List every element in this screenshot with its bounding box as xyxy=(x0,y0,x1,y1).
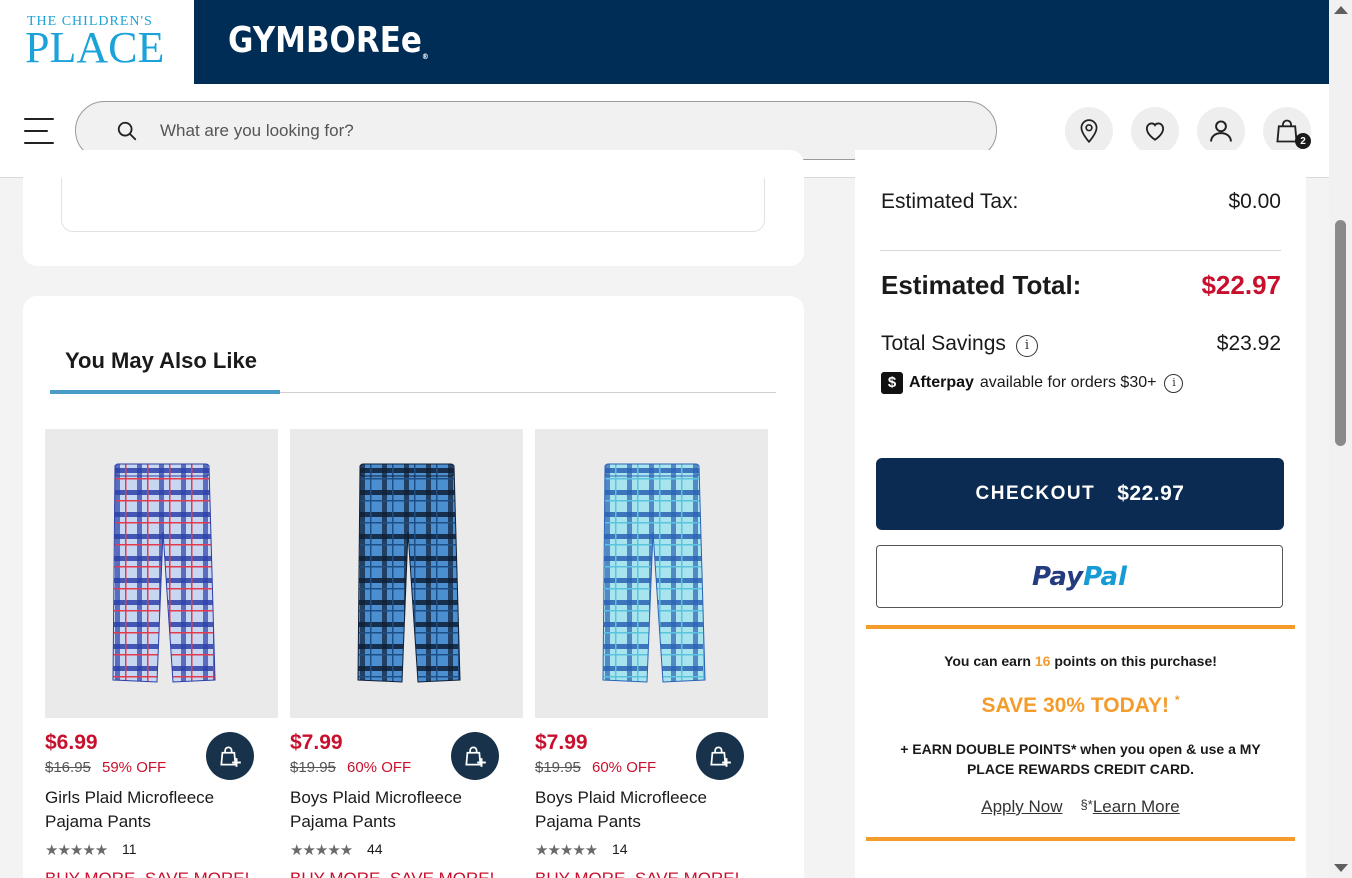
review-count[interactable]: 14 xyxy=(612,841,628,857)
estimated-tax-label: Estimated Tax: xyxy=(881,190,1019,213)
add-to-bag-button[interactable] xyxy=(451,732,499,780)
estimated-total-row: Estimated Total: $22.97 xyxy=(881,270,1281,301)
location-pin-icon xyxy=(1080,119,1098,144)
cart-count-badge: 2 xyxy=(1295,133,1311,149)
cart-button[interactable]: 2 xyxy=(1263,107,1311,155)
learn-more-link[interactable]: Learn More xyxy=(1093,797,1180,816)
review-count[interactable]: 44 xyxy=(367,841,383,857)
product-promo: BUY MORE, SAVE MORE! xyxy=(45,869,249,878)
paypal-button[interactable]: Pay Pal xyxy=(876,545,1283,608)
apply-now-link[interactable]: Apply Now xyxy=(981,797,1062,816)
product-promo: BUY MORE, SAVE MORE! xyxy=(535,869,739,878)
pajama-pants-image xyxy=(356,463,461,683)
scroll-down-arrow-icon[interactable] xyxy=(1334,864,1348,872)
product-card[interactable]: $6.99 $16.95 59% OFF Girls Plaid Microfl… xyxy=(45,429,278,878)
product-card[interactable]: $7.99 $19.95 60% OFF Boys Plaid Microfle… xyxy=(290,429,523,878)
summary-divider xyxy=(880,250,1281,251)
checkout-label: CHECKOUT xyxy=(975,483,1096,504)
save-30-mark: * xyxy=(1174,693,1180,707)
checkout-button[interactable]: CHECKOUT $22.97 xyxy=(876,458,1284,530)
estimated-tax-value: $0.00 xyxy=(1228,190,1281,213)
star-rating-icon: ★★★★★ xyxy=(535,842,598,859)
product-discount: 59% OFF xyxy=(102,759,167,776)
account-button[interactable] xyxy=(1197,107,1245,155)
afterpay-text: available for orders $30+ xyxy=(979,374,1157,391)
earn-points-value: 16 xyxy=(1034,653,1051,669)
product-card[interactable]: $7.99 $19.95 60% OFF Boys Plaid Microfle… xyxy=(535,429,768,878)
product-image[interactable] xyxy=(290,429,523,718)
product-original-price: $19.95 xyxy=(290,759,336,776)
star-rating-icon: ★★★★★ xyxy=(290,842,353,859)
gymboree-logo[interactable]: GYMBOREe® xyxy=(228,20,429,61)
pajama-pants-image xyxy=(601,463,706,683)
tcp-logo-line2: PLACE xyxy=(25,23,165,72)
product-name[interactable]: Boys Plaid Microfleece Pajama Pants xyxy=(290,786,490,834)
gymboree-registered-mark: ® xyxy=(421,52,429,61)
search-icon[interactable] xyxy=(116,120,138,142)
estimated-total-label: Estimated Total: xyxy=(881,270,1082,300)
active-tab-indicator xyxy=(50,390,280,394)
order-summary: Estimated Tax: $0.00 Estimated Total: $2… xyxy=(855,150,1306,878)
add-to-bag-icon xyxy=(465,746,486,767)
product-original-price: $16.95 xyxy=(45,759,91,776)
checkout-amount: $22.97 xyxy=(1117,482,1185,505)
save-30-text: SAVE 30% TODAY! xyxy=(981,694,1169,717)
brand-bar: THE CHILDREN'S PLACE GYMBOREe® xyxy=(0,0,1329,84)
afterpay-info-icon[interactable]: i xyxy=(1164,373,1184,393)
total-savings-row: Total Savings i $23.92 xyxy=(881,332,1281,357)
add-to-bag-button[interactable] xyxy=(206,732,254,780)
section-mark: §* xyxy=(1080,797,1093,812)
user-icon xyxy=(1210,120,1232,142)
childrens-place-logo[interactable]: THE CHILDREN'S PLACE xyxy=(0,0,194,84)
afterpay-logo-icon: $ xyxy=(881,372,903,394)
product-discount: 60% OFF xyxy=(592,759,657,776)
product-image[interactable] xyxy=(45,429,278,718)
earn-suffix: points on this purchase! xyxy=(1054,653,1217,669)
add-to-bag-button[interactable] xyxy=(696,732,744,780)
rewards-promo: You can earn 16 points on this purchase!… xyxy=(866,625,1295,841)
afterpay-name: Afterpay xyxy=(909,374,974,391)
product-price: $7.99 xyxy=(535,731,588,754)
paypal-logo-pay: Pay xyxy=(1032,561,1084,592)
scroll-up-arrow-icon[interactable] xyxy=(1334,6,1348,14)
product-price: $6.99 xyxy=(45,731,98,754)
pajama-pants-image xyxy=(111,463,216,683)
cart-items-card xyxy=(23,150,804,266)
product-promo: BUY MORE, SAVE MORE! xyxy=(290,869,494,878)
wishlist-button[interactable] xyxy=(1131,107,1179,155)
product-original-price: $19.95 xyxy=(535,759,581,776)
search-input[interactable] xyxy=(160,118,920,144)
double-points-text: + EARN DOUBLE POINTS* when you open & us… xyxy=(900,741,1261,777)
menu-icon[interactable] xyxy=(24,116,54,146)
estimated-total-value: $22.97 xyxy=(1201,270,1281,300)
review-count[interactable]: 11 xyxy=(122,841,137,857)
earn-points-text: You can earn 16 points on this purchase! xyxy=(866,653,1295,669)
product-name[interactable]: Girls Plaid Microfleece Pajama Pants xyxy=(45,786,245,834)
earn-prefix: You can earn xyxy=(944,653,1031,669)
add-to-bag-icon xyxy=(710,746,731,767)
afterpay-row: $ Afterpay available for orders $30+ i xyxy=(881,372,1281,394)
rewards-links: Apply Now §*Learn More xyxy=(866,797,1295,817)
paypal-logo-pal: Pal xyxy=(1083,561,1127,592)
savings-info-icon[interactable]: i xyxy=(1015,334,1038,357)
recommendations-card: You May Also Like $6.99 $16.95 59% OFF G… xyxy=(23,296,804,878)
product-price: $7.99 xyxy=(290,731,343,754)
star-rating-icon: ★★★★★ xyxy=(45,842,108,859)
product-image[interactable] xyxy=(535,429,768,718)
cart-item-box xyxy=(61,178,765,232)
store-locator-button[interactable] xyxy=(1065,107,1113,155)
product-discount: 60% OFF xyxy=(347,759,412,776)
gymboree-logo-text: GYMBOREe xyxy=(228,20,422,61)
scrollbar-thumb[interactable] xyxy=(1335,220,1346,446)
page-scrollbar[interactable] xyxy=(1329,0,1352,878)
estimated-tax-row: Estimated Tax: $0.00 xyxy=(881,190,1281,214)
heart-icon xyxy=(1145,122,1165,141)
product-name[interactable]: Boys Plaid Microfleece Pajama Pants xyxy=(535,786,735,834)
save-30-title: SAVE 30% TODAY! * xyxy=(866,693,1295,718)
add-to-bag-icon xyxy=(220,746,241,767)
total-savings-label: Total Savings xyxy=(881,332,1006,355)
total-savings-value: $23.92 xyxy=(1216,332,1281,355)
recommendations-title[interactable]: You May Also Like xyxy=(65,348,257,374)
